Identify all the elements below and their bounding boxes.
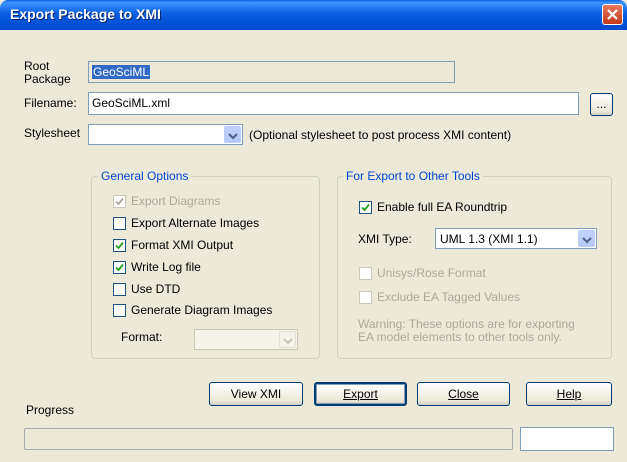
general-options-legend: General Options [98, 169, 192, 183]
stylesheet-hint: (Optional stylesheet to post process XMI… [249, 128, 512, 142]
format-xmi-output-checkbox[interactable]: Format XMI Output [113, 239, 233, 252]
warning-line-2: EA model elements to other tools only. [358, 330, 562, 344]
browse-label: ... [596, 97, 607, 111]
export-diagrams-label: Export Diagrams [131, 194, 221, 208]
export-package-dialog: Export Package to XMI Root Package GeoSc… [0, 0, 627, 462]
write-log-file-checkbox[interactable]: Write Log file [113, 261, 201, 274]
checkbox-box [359, 291, 372, 304]
xmi-type-label: XMI Type: [358, 232, 412, 246]
root-package-label-line2: Package [24, 72, 71, 86]
progress-bar [24, 428, 513, 450]
format-select[interactable] [194, 329, 298, 350]
close-window-button[interactable] [602, 4, 623, 25]
unisys-rose-checkbox[interactable]: Unisys/Rose Format [359, 267, 486, 280]
root-package-field[interactable]: GeoSciML [88, 61, 455, 83]
enable-roundtrip-checkbox[interactable]: Enable full EA Roundtrip [359, 201, 507, 214]
export-diagrams-checkbox[interactable]: Export Diagrams [113, 195, 220, 208]
format-label: Format: [121, 330, 163, 344]
use-dtd-checkbox[interactable]: Use DTD [113, 283, 180, 296]
help-button[interactable]: Help [526, 382, 612, 406]
export-alternate-images-label: Export Alternate Images [131, 216, 260, 230]
checkbox-box [113, 239, 126, 252]
export-alternate-images-checkbox[interactable]: Export Alternate Images [113, 217, 259, 230]
checkmark-icon [115, 241, 124, 250]
exclude-tagged-values-checkbox[interactable]: Exclude EA Tagged Values [359, 291, 520, 304]
chevron-down-icon[interactable] [279, 331, 296, 348]
checkbox-box [113, 283, 126, 296]
chevron-down-icon[interactable] [578, 230, 595, 247]
export-button[interactable]: Export [314, 382, 407, 406]
unisys-rose-label: Unisys/Rose Format [377, 266, 486, 280]
checkbox-box [113, 261, 126, 274]
enable-roundtrip-label: Enable full EA Roundtrip [377, 200, 508, 214]
checkbox-box [113, 304, 126, 317]
checkmark-icon [115, 197, 124, 206]
root-package-value: GeoSciML [92, 65, 151, 79]
checkbox-box [113, 217, 126, 230]
checkbox-box [359, 201, 372, 214]
progress-status-box [520, 427, 614, 451]
progress-label: Progress [26, 403, 75, 417]
chevron-down-icon[interactable] [224, 126, 241, 143]
checkbox-box [113, 195, 126, 208]
stylesheet-label: Stylesheet [24, 126, 81, 140]
window-title: Export Package to XMI [10, 6, 161, 22]
help-label: Help [556, 387, 582, 401]
write-log-file-label: Write Log file [131, 260, 201, 274]
checkmark-icon [361, 203, 370, 212]
view-xmi-label: View XMI [230, 387, 282, 401]
close-label: Close [448, 387, 479, 401]
close-button[interactable]: Close [417, 382, 510, 406]
browse-button[interactable]: ... [590, 93, 613, 116]
use-dtd-label: Use DTD [131, 282, 181, 296]
export-label: Export [343, 387, 378, 401]
stylesheet-select[interactable] [88, 124, 243, 145]
generate-diagram-images-label: Generate Diagram Images [131, 303, 273, 317]
close-icon [607, 9, 618, 20]
checkbox-box [359, 267, 372, 280]
filename-label: Filename: [24, 96, 77, 110]
filename-value: GeoSciML.xml [92, 96, 171, 110]
xmi-type-value: UML 1.3 (XMI 1.1) [440, 232, 538, 246]
xmi-type-select[interactable]: UML 1.3 (XMI 1.1) [435, 228, 597, 249]
checkmark-icon [115, 263, 124, 272]
other-tools-legend: For Export to Other Tools [343, 169, 483, 183]
view-xmi-button[interactable]: View XMI [209, 382, 303, 406]
format-xmi-output-label: Format XMI Output [131, 238, 234, 252]
filename-input[interactable]: GeoSciML.xml [88, 92, 579, 115]
title-bar[interactable]: Export Package to XMI [0, 0, 627, 30]
generate-diagram-images-checkbox[interactable]: Generate Diagram Images [113, 304, 272, 317]
exclude-tagged-values-label: Exclude EA Tagged Values [377, 290, 520, 304]
